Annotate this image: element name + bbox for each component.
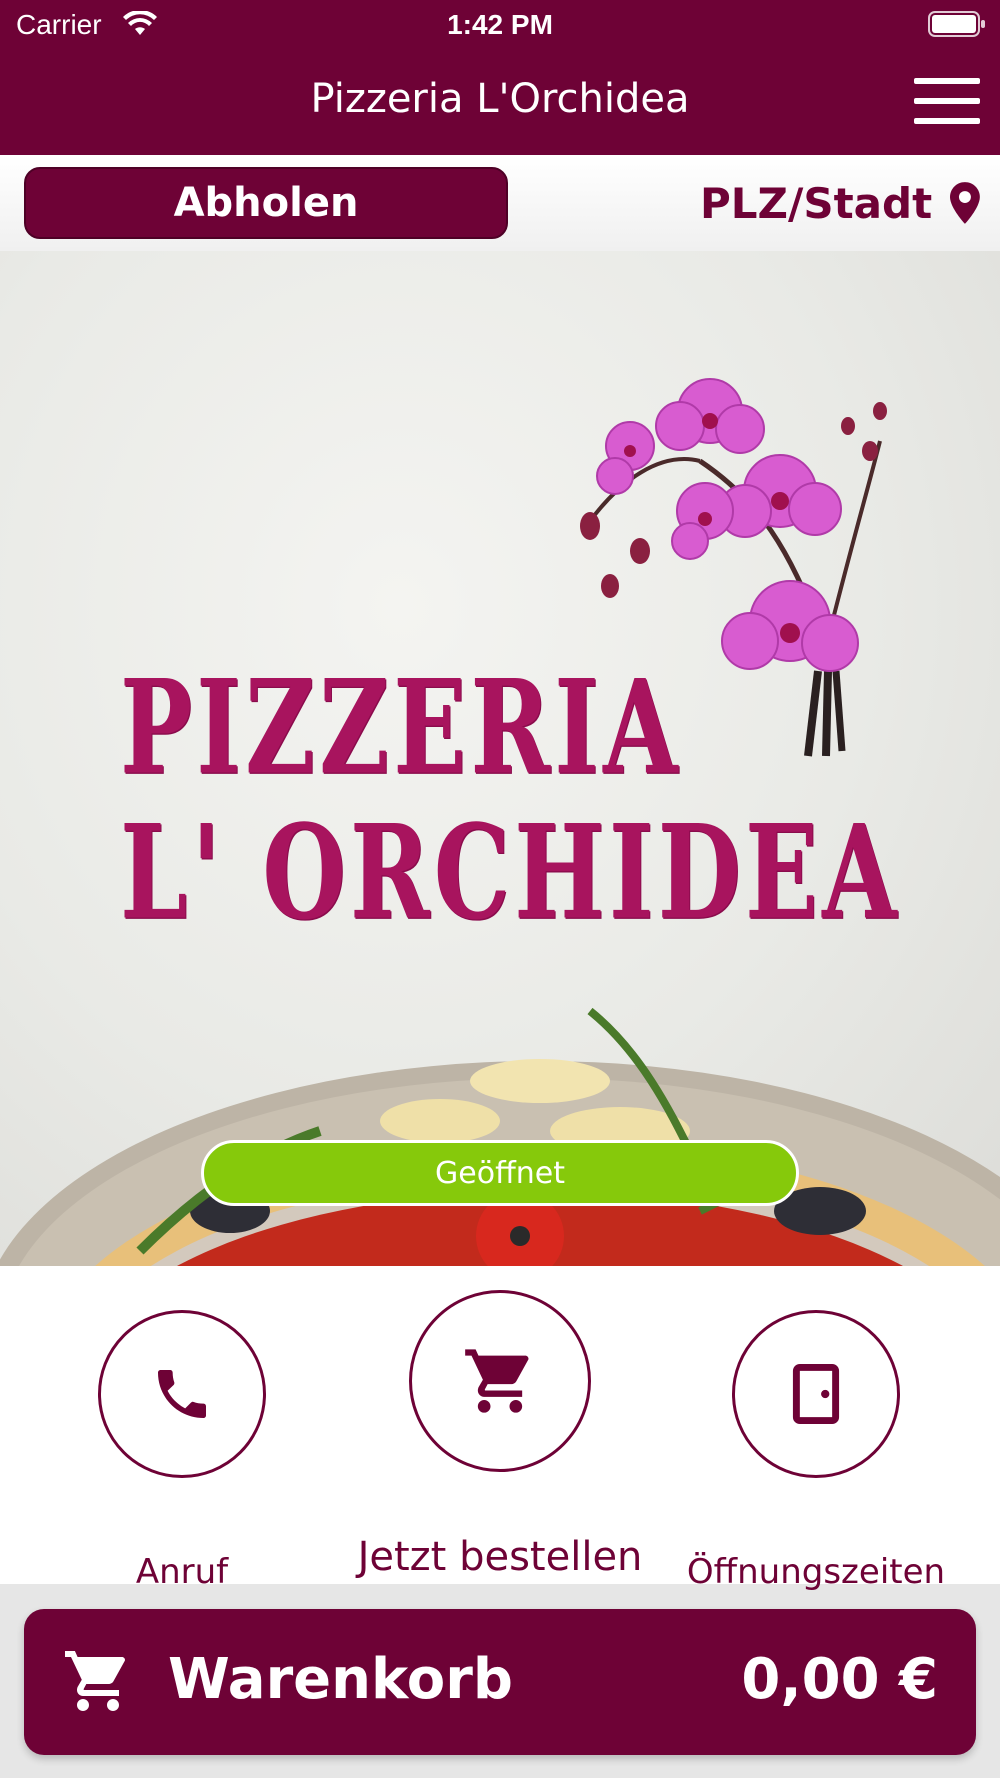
pizza-illustration	[0, 1007, 1000, 1266]
cart-label: Warenkorb	[168, 1647, 513, 1712]
status-badge: Geöffnet	[201, 1140, 799, 1206]
opening-hours-action[interactable]: Öffnungszeiten	[687, 1310, 945, 1592]
cart-button[interactable]: Warenkorb 0,00 €	[24, 1609, 976, 1755]
pin-icon	[950, 182, 980, 224]
status-bar: Carrier 1:42 PM	[0, 0, 1000, 50]
app-header: Carrier 1:42 PM Pizzeria L'Orchidea	[0, 0, 1000, 155]
cart-icon	[65, 1651, 126, 1711]
quick-actions: Anruf Jetzt bestellen Öffnungszeiten	[0, 1266, 1000, 1592]
order-now-label: Jetzt bestellen	[357, 1534, 643, 1580]
status-time: 1:42 PM	[447, 9, 553, 40]
order-now-circle	[409, 1290, 591, 1472]
logo-line-1: PIZZERIA	[120, 651, 682, 804]
phone-icon	[158, 1370, 206, 1418]
opening-hours-label: Öffnungszeiten	[686, 1552, 946, 1592]
cart-icon	[465, 1349, 529, 1413]
page-title: Pizzeria L'Orchidea	[310, 76, 690, 122]
order-mode-bar: Abholen PLZ/Stadt	[0, 155, 1000, 251]
order-now-action[interactable]: Jetzt bestellen	[358, 1290, 642, 1580]
battery-icon	[928, 11, 985, 37]
logo-line-2: L' ORCHIDEA	[120, 796, 901, 949]
cart-total: 0,00 €	[741, 1647, 938, 1712]
app-screen: Carrier 1:42 PM Pizzeria L'Orchidea Abho…	[0, 0, 1000, 1778]
pickup-button[interactable]: Abholen	[24, 167, 508, 239]
menu-icon[interactable]	[914, 78, 980, 124]
location-selector[interactable]: PLZ/Stadt	[700, 173, 980, 233]
call-label: Anruf	[135, 1552, 229, 1592]
opening-hours-circle	[732, 1310, 900, 1478]
call-action-circle	[98, 1310, 266, 1478]
call-action[interactable]: Anruf	[98, 1310, 266, 1592]
door-icon	[792, 1364, 840, 1424]
hero-banner: PIZZERIA L' ORCHIDEA Geöffnet	[0, 251, 1000, 1266]
location-placeholder: PLZ/Stadt	[700, 178, 933, 228]
